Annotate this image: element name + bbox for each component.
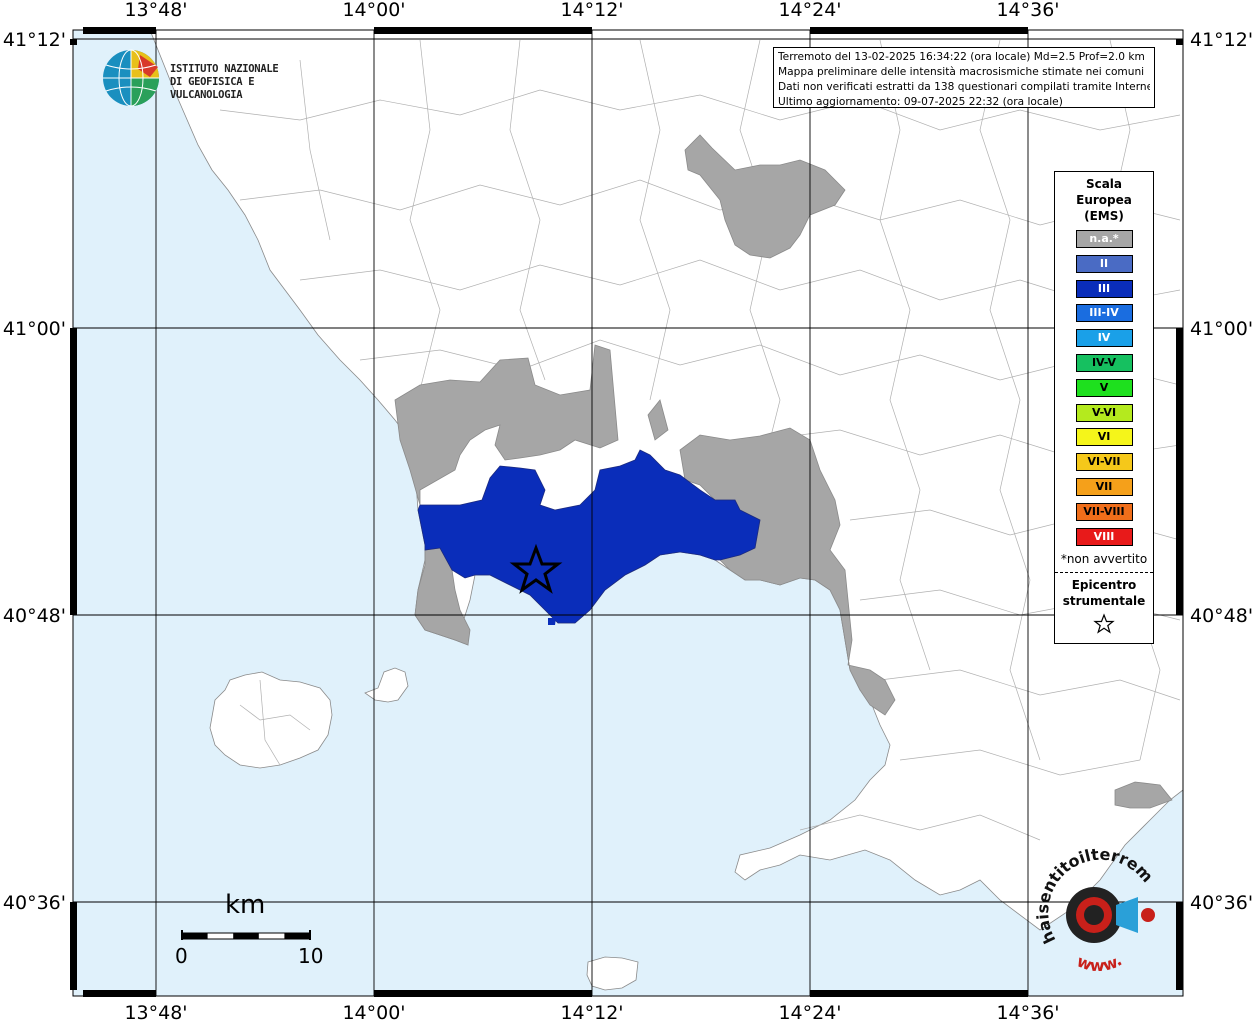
ingv-logo-text: ISTITUTO NAZIONALE DI GEOFISICA E VULCAN… bbox=[170, 63, 320, 102]
ingv-logo: ISTITUTO NAZIONALE DI GEOFISICA E VULCAN… bbox=[100, 47, 320, 109]
lon-label: 13°48' bbox=[124, 0, 187, 21]
lat-label: 40°36' bbox=[1190, 892, 1253, 914]
legend-item: VI bbox=[1075, 428, 1133, 447]
latitude-labels-right: 41°12' 41°00' 40°48' 40°36' bbox=[1190, 29, 1253, 914]
scale-bar: km 0 10 bbox=[170, 890, 330, 970]
lon-label: 14°12' bbox=[560, 1002, 623, 1024]
legend-item: VIII bbox=[1075, 527, 1133, 546]
scale-bar-end: 10 bbox=[298, 944, 324, 968]
lat-label: 41°12' bbox=[3, 29, 66, 51]
legend-title-line: Scala bbox=[1085, 177, 1123, 191]
legend-title-line: Europea bbox=[1076, 193, 1132, 207]
legend-item: II bbox=[1075, 254, 1133, 273]
hsit-logo[interactable]: haisentitoilterremoto.it www. bbox=[1031, 830, 1166, 975]
lon-label: 14°00' bbox=[342, 0, 405, 21]
legend-items: n.a.* II III III-IV IV IV-V V V-VI VI VI-VII VII VI… bbox=[1055, 230, 1153, 546]
lon-label: 14°36' bbox=[996, 0, 1059, 21]
legend-item: V bbox=[1075, 378, 1133, 397]
event-info-box: Terremoto del 13-02-2025 16:34:22 (ora l… bbox=[773, 47, 1155, 108]
legend-note: *non avvertito bbox=[1060, 552, 1148, 567]
lat-label: 41°00' bbox=[3, 318, 66, 340]
lon-label: 14°36' bbox=[996, 1002, 1059, 1024]
legend-item: VI-VII bbox=[1075, 453, 1133, 472]
lon-label: 14°24' bbox=[778, 0, 841, 21]
legend-item: III-IV bbox=[1075, 304, 1133, 323]
legend-separator bbox=[1055, 572, 1153, 574]
legend-item: V-VI bbox=[1075, 403, 1133, 422]
lat-label: 40°48' bbox=[1190, 605, 1253, 627]
latitude-labels-left: 41°12' 41°00' 40°48' 40°36' bbox=[3, 29, 66, 914]
intensity-III-islet bbox=[548, 618, 556, 625]
legend-epicenter-line: strumentale bbox=[1062, 594, 1146, 609]
scale-bar-start: 0 bbox=[175, 944, 188, 968]
legend-item: VII bbox=[1075, 477, 1133, 496]
lat-label: 41°00' bbox=[1190, 318, 1253, 340]
lon-label: 14°12' bbox=[560, 0, 623, 21]
event-info-line: Ultimo aggiornamento: 09-07-2025 22:32 (… bbox=[778, 96, 1063, 108]
intensity-legend: Scala Europea (EMS) n.a.* II III III-IV IV IV… bbox=[1054, 171, 1154, 644]
event-info-line: Terremoto del 13-02-2025 16:34:22 (ora l… bbox=[778, 51, 1145, 63]
legend-item: n.a.* bbox=[1075, 230, 1133, 248]
legend-item: VII-VIII bbox=[1075, 502, 1133, 521]
lon-label: 13°48' bbox=[124, 1002, 187, 1024]
lat-label: 41°12' bbox=[1190, 29, 1253, 51]
ingv-logo-line2: DI GEOFISICA E VULCANOLOGIA bbox=[170, 76, 255, 101]
lat-label: 40°48' bbox=[3, 605, 66, 627]
legend-item: III bbox=[1075, 279, 1133, 298]
ingv-logo-line1: ISTITUTO NAZIONALE bbox=[170, 63, 279, 75]
legend-title: Scala Europea (EMS) bbox=[1055, 176, 1153, 224]
longitude-labels-bottom: 13°48' 14°00' 14°12' 14°24' 14°36' bbox=[124, 1002, 1059, 1024]
legend-title-line: (EMS) bbox=[1084, 209, 1124, 223]
longitude-labels-top: 13°48' 14°00' 14°12' 14°24' 14°36' bbox=[124, 0, 1059, 21]
globe-icon bbox=[103, 49, 159, 107]
legend-item: IV-V bbox=[1075, 353, 1133, 372]
event-info-line: Mappa preliminare delle intensità macros… bbox=[778, 66, 1145, 78]
legend-item: IV bbox=[1075, 329, 1133, 348]
hsit-logo-www: www. bbox=[1074, 951, 1125, 975]
lat-label: 40°36' bbox=[3, 892, 66, 914]
legend-epicenter-line: Epicentro bbox=[1071, 578, 1137, 593]
event-info-line: Dati non verificati estratti da 138 ques… bbox=[778, 81, 1150, 93]
lon-label: 14°24' bbox=[778, 1002, 841, 1024]
legend-epicenter-label: Epicentro strumentale bbox=[1055, 577, 1153, 609]
legend-star-icon bbox=[1055, 613, 1153, 639]
lon-label: 14°00' bbox=[342, 1002, 405, 1024]
scale-bar-unit: km bbox=[225, 890, 266, 920]
